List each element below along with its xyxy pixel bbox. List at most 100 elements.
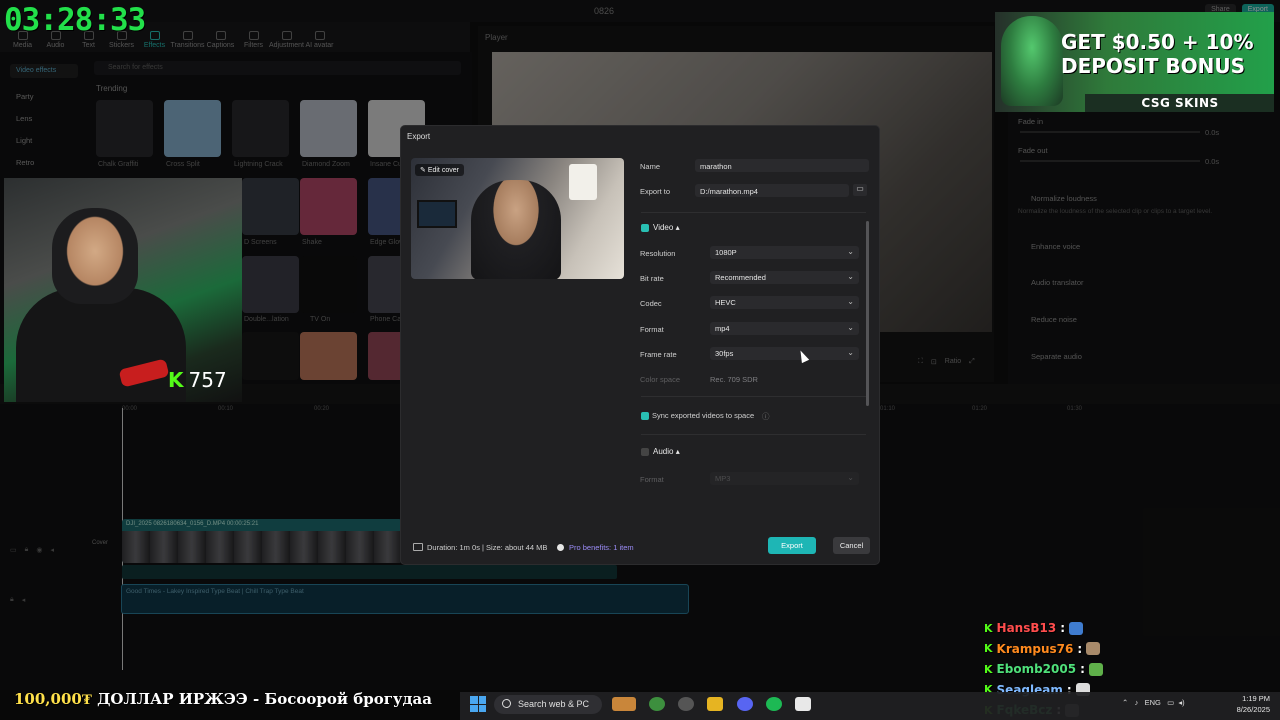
mascot-image — [1001, 16, 1063, 106]
chrome-icon[interactable] — [649, 697, 665, 711]
mic-icon[interactable]: ♪ — [1135, 698, 1139, 707]
audio-format-select: MP3 ⌄ — [710, 472, 859, 485]
film-icon — [413, 543, 423, 551]
resolution-select[interactable]: 1080P ⌄ — [710, 246, 859, 259]
sponsor-brand: CSG SKINS — [1085, 94, 1274, 112]
chat-emote-icon — [1086, 642, 1101, 656]
export-to-label: Export to — [640, 187, 671, 196]
cover-lamp — [569, 164, 597, 200]
chevron-down-icon: ⌄ — [847, 247, 854, 256]
chat-message: K HansB13: — [984, 618, 1280, 639]
taskbar-search-label: Search web & PC — [518, 699, 590, 709]
chat-emote-icon — [1088, 662, 1103, 676]
audio-checkbox[interactable] — [641, 448, 649, 456]
pencil-icon: ✎ — [420, 167, 428, 174]
colorspace-label: Color space — [640, 375, 681, 384]
framerate-value: 30fps — [715, 349, 734, 358]
language-indicator[interactable]: ENG — [1145, 698, 1161, 707]
resolution-value: 1080P — [715, 248, 737, 257]
spotify-icon[interactable] — [766, 697, 782, 711]
folder-icon[interactable]: ▭ — [853, 184, 867, 196]
network-icon[interactable]: ▭ — [1167, 698, 1174, 707]
clock-time: 1:19 PM — [1242, 694, 1270, 703]
colorspace-value: Rec. 709 SDR — [710, 375, 758, 384]
format-select[interactable]: mp4 ⌄ — [710, 322, 859, 335]
audio-format-value: MP3 — [715, 474, 731, 483]
sponsor-banner: GET $0.50 + 10% DEPOSIT BONUS CSG SKINS — [995, 12, 1274, 112]
chevron-down-icon: ⌄ — [847, 272, 854, 281]
codec-select[interactable]: HEVC ⌄ — [710, 296, 859, 309]
audio-format-label: Format — [640, 475, 664, 484]
sponsor-headline: GET $0.50 + 10% DEPOSIT BONUS — [1061, 30, 1254, 78]
export-button[interactable]: Export — [768, 537, 816, 554]
pro-info-icon — [557, 544, 564, 551]
viewer-count-badge: K 757 — [168, 368, 227, 392]
name-input[interactable]: marathon — [695, 159, 869, 172]
chevron-up-icon: ▴ — [675, 223, 680, 232]
video-checkbox[interactable] — [641, 224, 649, 232]
bitrate-label: Bit rate — [640, 274, 664, 283]
taskbar-app-icon[interactable] — [678, 697, 694, 711]
chevron-down-icon: ⌄ — [847, 323, 854, 332]
divider — [641, 212, 866, 213]
info-icon[interactable]: ⓘ — [762, 411, 770, 422]
taskbar-search[interactable]: Search web & PC — [494, 695, 602, 714]
dialog-footer: Duration: 1m 0s | Size: about 44 MB Pro … — [401, 536, 879, 566]
donation-ticker: 100,000₮ ДОЛЛАР ИРЖЭЭ - Босоорой брогуда… — [14, 690, 432, 709]
cover-preview[interactable] — [411, 158, 624, 279]
chevron-down-icon: ⌄ — [847, 473, 854, 482]
chat-separator: : — [1080, 662, 1085, 677]
cancel-button[interactable]: Cancel — [833, 537, 870, 554]
bitrate-value: Recommended — [715, 273, 766, 282]
audio-section-title[interactable]: Audio ▴ — [653, 447, 680, 456]
export-dialog: Export ✎ Edit cover Name marathon Export… — [400, 125, 880, 565]
kick-badge-icon: K — [984, 642, 993, 656]
screen: 0826 Share Export Media Audio Text Stickers… — [0, 0, 1280, 720]
chat-separator: : — [1077, 641, 1083, 656]
chat-username: HansB13 — [996, 621, 1057, 636]
sync-checkbox[interactable] — [641, 412, 649, 420]
edit-cover-label: Edit cover — [427, 167, 459, 174]
ticker-message: ДОЛЛАР ИРЖЭЭ - Босоорой брогудаа — [91, 690, 432, 708]
chat-separator: : — [1060, 621, 1066, 636]
format-label: Format — [640, 325, 664, 334]
codec-value: HEVC — [715, 298, 736, 307]
chat-emote-icon — [1069, 621, 1084, 635]
kick-logo-icon: K — [168, 368, 184, 392]
discord-icon[interactable] — [737, 697, 753, 711]
system-clock[interactable]: 1:19 PM 8/26/2025 — [1228, 693, 1270, 715]
folder-app-icon[interactable] — [707, 697, 723, 711]
ticker-amount: 100,000₮ — [14, 690, 92, 708]
export-path-input[interactable]: D:/marathon.mp4 — [695, 184, 849, 197]
divider — [641, 396, 866, 397]
cover-person — [471, 180, 561, 279]
volume-icon[interactable]: ◂) — [1178, 698, 1184, 707]
video-section-title[interactable]: Video ▴ — [653, 223, 680, 232]
chat-message: K Ebomb2005: — [984, 659, 1280, 680]
framerate-label: Frame rate — [640, 350, 677, 359]
codec-label: Codec — [640, 299, 662, 308]
windows-start-icon[interactable] — [470, 696, 486, 712]
divider — [641, 434, 866, 435]
dialog-scrollbar[interactable] — [866, 221, 869, 406]
chat-username: Krampus76 — [996, 641, 1074, 656]
bitrate-select[interactable]: Recommended ⌄ — [710, 271, 859, 284]
sync-label[interactable]: Sync exported videos to space — [652, 411, 754, 420]
webcam-person-body — [16, 288, 186, 402]
pro-benefits-link[interactable]: Pro benefits: 1 item — [569, 543, 634, 552]
tray-icons: ⌃ ♪ ENG ▭ ◂) — [1122, 698, 1185, 707]
name-label: Name — [640, 162, 661, 171]
chevron-up-icon[interactable]: ⌃ — [1122, 698, 1128, 707]
webcam-person-head — [52, 208, 138, 304]
cover-monitor — [417, 200, 457, 228]
edit-cover-button[interactable]: ✎ Edit cover — [415, 164, 464, 176]
taskbar-app-icon[interactable] — [612, 697, 636, 711]
chat-username: Ebomb2005 — [996, 662, 1077, 677]
framerate-select[interactable]: 30fps ⌄ — [710, 347, 859, 360]
resolution-label: Resolution — [640, 249, 676, 258]
audio-section-label: Audio — [653, 447, 674, 456]
capcut-icon[interactable] — [795, 697, 811, 711]
kick-badge-icon: K — [984, 621, 993, 635]
export-dialog-title: Export — [407, 132, 431, 141]
video-section-label: Video — [653, 223, 674, 232]
